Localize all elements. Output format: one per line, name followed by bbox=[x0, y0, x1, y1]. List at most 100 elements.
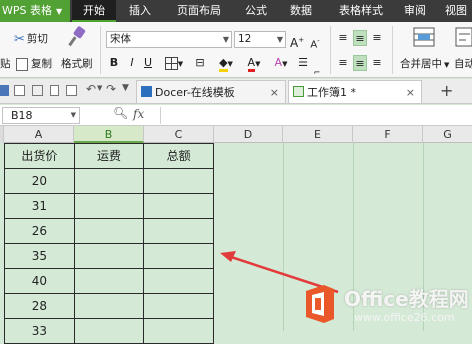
tab-page-layout[interactable]: 页面布局 bbox=[168, 0, 230, 22]
undo-icon[interactable]: ↶ bbox=[86, 82, 96, 96]
table-cell[interactable]: 40 bbox=[5, 269, 75, 294]
ribbon-toolbar: 贴 ✂ 剪切 复制 格式刷 宋体 ▼ 12 ▼ A+ A- B I U ▼ ⊟ ◆▼ … bbox=[0, 22, 472, 78]
merge-cells-icon bbox=[413, 27, 435, 47]
tab-view[interactable]: 视图 bbox=[440, 0, 472, 22]
search-function-icon[interactable]: 🔍︎ bbox=[113, 106, 128, 120]
table-row: 20 bbox=[5, 169, 215, 194]
chevron-down-icon: ▼ bbox=[255, 60, 261, 68]
table-cell[interactable]: 33 bbox=[5, 319, 75, 344]
format-painter-button[interactable] bbox=[62, 26, 92, 51]
column-header-a[interactable]: A bbox=[4, 126, 74, 143]
column-header-b[interactable]: B bbox=[74, 126, 144, 143]
table-cell[interactable] bbox=[74, 169, 145, 194]
underline-button[interactable]: U bbox=[142, 55, 154, 71]
fx-icon[interactable]: fx bbox=[133, 107, 144, 121]
align-center-icon[interactable]: ≡ bbox=[353, 55, 367, 71]
name-box[interactable]: B18 ▼ bbox=[2, 107, 80, 124]
font-color-button[interactable]: A▼ bbox=[242, 55, 266, 72]
tab-table-style[interactable]: 表格样式 bbox=[330, 0, 392, 22]
table-cell[interactable]: 35 bbox=[5, 244, 75, 269]
table-cell[interactable] bbox=[144, 319, 215, 344]
table-cell[interactable]: 31 bbox=[5, 194, 75, 219]
header-cell-price[interactable]: 出货价 bbox=[5, 144, 75, 169]
table-cell[interactable] bbox=[74, 219, 145, 244]
table-cell[interactable] bbox=[74, 269, 145, 294]
header-cell-total[interactable]: 总额 bbox=[144, 144, 215, 169]
chevron-down-icon: ▼ bbox=[227, 60, 233, 68]
redo-icon[interactable]: ↷ bbox=[106, 82, 116, 96]
save-icon[interactable] bbox=[0, 85, 9, 96]
table-cell[interactable] bbox=[144, 269, 215, 294]
font-size-select[interactable]: 12 ▼ bbox=[234, 31, 286, 48]
export-pdf-icon[interactable] bbox=[50, 85, 59, 96]
increase-font-icon[interactable]: A+ bbox=[290, 32, 304, 50]
new-tab-button[interactable]: + bbox=[440, 81, 453, 100]
table-cell[interactable] bbox=[74, 244, 145, 269]
close-icon[interactable]: × bbox=[270, 81, 279, 104]
table-cell[interactable]: 20 bbox=[5, 169, 75, 194]
tab-insert[interactable]: 插入 bbox=[122, 0, 158, 22]
close-icon[interactable]: × bbox=[406, 81, 415, 104]
data-table: 出货价 运费 总额 20 31 26 35 40 28 33 bbox=[4, 143, 215, 344]
tab-workbook[interactable]: 工作簿1 * × bbox=[288, 80, 422, 103]
column-header-d[interactable]: D bbox=[214, 126, 283, 143]
border-icon bbox=[164, 56, 178, 70]
table-cell[interactable]: 26 bbox=[5, 219, 75, 244]
align-left-icon[interactable]: ≡ bbox=[336, 55, 350, 71]
bold-button[interactable]: B bbox=[108, 55, 120, 71]
app-menu-button[interactable]: WPS 表格 ▼ bbox=[0, 0, 70, 22]
chevron-down-icon: ▼ bbox=[282, 60, 288, 68]
watermark-brand: Office教程网 bbox=[344, 287, 469, 311]
more-icon[interactable]: ▼ bbox=[122, 83, 129, 93]
clear-format-button[interactable]: A▼ bbox=[268, 55, 294, 71]
fill-color-button[interactable]: ◆▼ bbox=[212, 55, 240, 72]
table-cell[interactable] bbox=[144, 219, 215, 244]
document-icon[interactable] bbox=[66, 85, 77, 96]
column-header-e[interactable]: E bbox=[283, 126, 353, 143]
chevron-down-icon[interactable]: ▼ bbox=[97, 84, 102, 92]
header-cell-freight[interactable]: 运费 bbox=[74, 144, 145, 169]
column-header-c[interactable]: C bbox=[144, 126, 214, 143]
brush-icon bbox=[68, 26, 86, 47]
copy-button[interactable]: 复制 bbox=[16, 56, 52, 71]
italic-button[interactable]: I bbox=[126, 55, 138, 71]
table-cell[interactable] bbox=[144, 194, 215, 219]
indent-icon[interactable]: ☰ bbox=[296, 55, 310, 71]
column-header-f[interactable]: F bbox=[353, 126, 423, 143]
align-middle-icon[interactable]: ≡ bbox=[353, 30, 367, 46]
tab-home[interactable]: 开始 bbox=[72, 0, 116, 22]
table-cell[interactable] bbox=[144, 169, 215, 194]
column-headers: A B C D E F G bbox=[0, 126, 472, 143]
print-icon[interactable] bbox=[32, 85, 43, 96]
align-right-icon[interactable]: ≡ bbox=[370, 55, 384, 71]
align-top-icon[interactable]: ≡ bbox=[336, 30, 350, 46]
merge-center-button[interactable] bbox=[400, 26, 448, 51]
watermark-url: www.office26.com bbox=[354, 311, 455, 324]
tab-docer[interactable]: Docer-在线模板 × bbox=[136, 80, 286, 103]
table-cell[interactable] bbox=[144, 244, 215, 269]
tab-data[interactable]: 数据 bbox=[282, 0, 320, 22]
table-cell[interactable] bbox=[74, 294, 145, 319]
doc-tab-label: Docer-在线模板 bbox=[155, 86, 235, 99]
align-bottom-icon[interactable]: ≡ bbox=[370, 30, 384, 46]
formula-input[interactable] bbox=[160, 107, 472, 124]
tab-review[interactable]: 审阅 bbox=[398, 0, 432, 22]
auto-wrap-label[interactable]: 自动 bbox=[454, 56, 472, 71]
decrease-font-icon[interactable]: A- bbox=[308, 33, 322, 50]
name-box-value: B18 bbox=[11, 109, 33, 122]
table-cell[interactable] bbox=[74, 319, 145, 344]
merge-small-icon[interactable]: ⊟ bbox=[194, 55, 206, 71]
table-cell[interactable] bbox=[144, 294, 215, 319]
tab-formula[interactable]: 公式 bbox=[238, 0, 274, 22]
column-header-g[interactable]: G bbox=[423, 126, 472, 143]
cut-button[interactable]: ✂ 剪切 bbox=[14, 31, 48, 47]
table-cell[interactable]: 28 bbox=[5, 294, 75, 319]
wrap-text-icon[interactable] bbox=[454, 26, 472, 51]
chevron-down-icon: ▼ bbox=[177, 60, 184, 68]
border-button[interactable]: ▼ bbox=[160, 55, 188, 71]
paste-fragment[interactable]: 贴 bbox=[0, 56, 11, 71]
print-preview-icon[interactable] bbox=[14, 85, 25, 96]
font-name-select[interactable]: 宋体 ▼ bbox=[106, 31, 232, 48]
table-cell[interactable] bbox=[74, 194, 145, 219]
worksheet[interactable]: 出货价 运费 总额 20 31 26 35 40 28 33 Office教程网… bbox=[0, 143, 472, 344]
